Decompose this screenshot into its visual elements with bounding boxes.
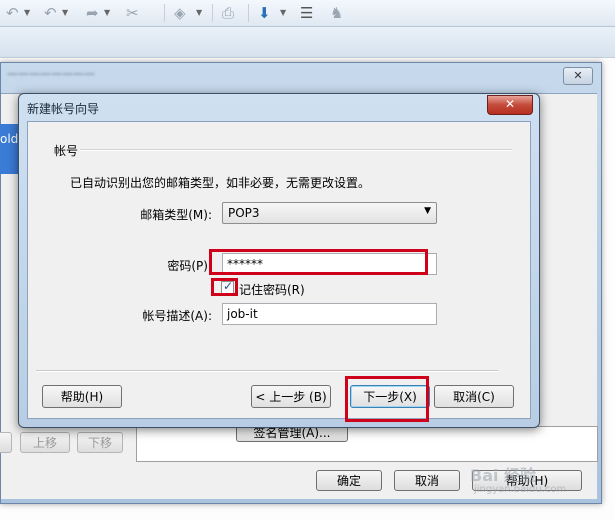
chevron-down-icon[interactable]: ▼ <box>196 4 202 22</box>
highlight-next-button <box>345 376 429 422</box>
cancel-button[interactable]: 取消(C) <box>434 385 514 408</box>
chevron-down-icon: ▼ <box>424 206 431 216</box>
chevron-down-icon[interactable]: ▼ <box>104 4 110 22</box>
remember-password-label[interactable]: 记住密码(R) <box>239 281 305 298</box>
info-text: 已自动识别出您的邮箱类型，如非必要，无需更改设置。 <box>70 176 371 190</box>
section-divider <box>80 149 512 151</box>
redo-icon[interactable]: ➦ <box>86 4 99 22</box>
cancel-button[interactable]: 取消 <box>394 470 460 491</box>
print-icon[interactable]: ⎙ <box>222 4 234 22</box>
ok-button[interactable]: 确定 <box>316 470 382 491</box>
section-title: 帐号 <box>54 144 79 158</box>
password-label: 密码(P): <box>167 259 212 273</box>
watermark-url: jingyan.baidu.com <box>474 484 567 495</box>
prev-button[interactable]: < 上一步 (B) <box>251 385 331 408</box>
background-panel <box>136 426 598 462</box>
download-icon[interactable]: ⬇ <box>258 4 271 22</box>
list-button-left[interactable] <box>0 432 12 453</box>
mailbox-type-value: POP3 <box>228 206 260 220</box>
highlight-remember-checkbox <box>211 278 238 296</box>
mailbox-type-label: 邮箱类型(M): <box>140 208 212 222</box>
move-down-button[interactable]: 下移 <box>77 432 123 453</box>
chevron-down-icon[interactable]: ▼ <box>62 4 68 22</box>
description-field[interactable]: job-it <box>222 303 437 325</box>
toolbar-separator <box>212 4 213 22</box>
description-label: 帐号描述(A): <box>142 309 212 323</box>
close-icon[interactable]: ✕ <box>487 95 533 115</box>
card-icon[interactable]: ☰ <box>300 4 313 22</box>
help-button[interactable]: 帮助(H) <box>42 385 122 408</box>
watermark: Bai 经验 <box>470 466 537 485</box>
dialog-title: 新建帐号向导 <box>27 102 100 116</box>
cut-icon[interactable]: ✂ <box>126 4 139 22</box>
undo-icon[interactable]: ↶ <box>44 4 57 22</box>
plugin-icon[interactable]: ♞ <box>330 4 343 22</box>
back-icon[interactable]: ↶ <box>6 4 19 22</box>
bottom-divider <box>36 370 498 372</box>
tag-icon[interactable]: ◈ <box>174 4 186 22</box>
toolbar-separator <box>164 4 165 22</box>
mailbox-type-select[interactable]: POP3 ▼ <box>222 202 437 224</box>
toolbar-separator <box>248 4 249 22</box>
highlight-password <box>209 249 428 275</box>
description-value: job-it <box>227 307 258 321</box>
move-up-button[interactable]: 上移 <box>20 432 70 453</box>
chevron-down-icon[interactable]: ▼ <box>280 4 286 22</box>
app-toolbar: ↶ ▼ ↶ ▼ ➦ ▼ ✂ ◈ ▼ ⎙ ⬇ ▼ ☰ ♞ <box>0 0 615 27</box>
app-band <box>0 27 615 58</box>
background-window-title: ———————— <box>7 67 95 80</box>
close-icon[interactable]: ✕ <box>563 67 593 85</box>
chevron-down-icon[interactable]: ▼ <box>24 4 30 22</box>
